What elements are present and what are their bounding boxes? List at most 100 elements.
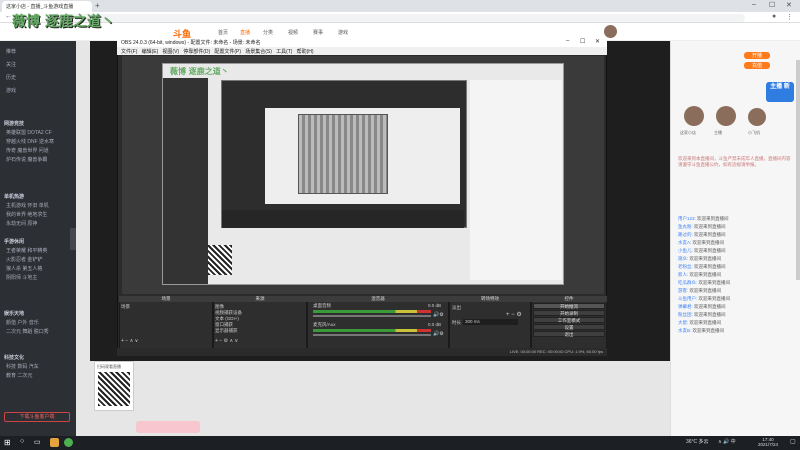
obs-menu-view[interactable]: 视图(V) bbox=[162, 49, 179, 55]
obs-maximize-icon[interactable]: ☐ bbox=[580, 38, 585, 45]
promo-badge[interactable]: 主播 新 bbox=[766, 82, 794, 102]
start-streaming-button[interactable]: 开始推流 bbox=[533, 303, 605, 309]
start-recording-button[interactable]: 开始录制 bbox=[533, 310, 605, 316]
nav-live[interactable]: 直播 bbox=[240, 29, 250, 36]
captured-obs-docks bbox=[222, 210, 464, 228]
source-dock-controls[interactable]: + − ⚙ ∧ ∨ bbox=[215, 338, 238, 344]
chat-message: 观众: 欢迎来到直播间 bbox=[678, 256, 722, 261]
transition-duration-input[interactable]: 300 ms bbox=[463, 319, 518, 325]
recursive-preview-tunnel bbox=[298, 114, 388, 194]
obs-close-icon[interactable]: ✕ bbox=[595, 38, 600, 45]
obs-menu-file[interactable]: 文件(F) bbox=[121, 49, 137, 55]
volume-slider[interactable] bbox=[313, 315, 431, 317]
chat-message: 水友B: 欢迎来到直播间 bbox=[678, 328, 725, 333]
chat-message: 粉丝团: 欢迎来到直播间 bbox=[678, 312, 726, 317]
sidebar-link-row[interactable]: 颜值 户外 音乐 bbox=[6, 319, 39, 326]
obs-menu-edit[interactable]: 编辑(E) bbox=[142, 49, 159, 55]
sidebar-link-row[interactable]: 二次元 舞蹈 脱口秀 bbox=[6, 328, 49, 335]
browser-tabstrip bbox=[0, 0, 800, 12]
sidebar-link-row[interactable]: 炉石传说 魔兽争霸 bbox=[6, 156, 47, 163]
captured-qr bbox=[208, 245, 232, 275]
sidebar-link-row[interactable]: 教育 二次元 bbox=[6, 372, 32, 379]
profile-icon[interactable]: ● bbox=[772, 13, 776, 20]
sidebar-link-row[interactable]: 王者荣耀 和平精英 bbox=[6, 247, 47, 254]
user-avatar[interactable] bbox=[604, 25, 617, 38]
chat-message: 新人: 欢迎来到直播间 bbox=[678, 272, 722, 277]
obs-menu-tools[interactable]: 工具(T) bbox=[276, 49, 292, 55]
studio-mode-button[interactable]: 工作室模式 bbox=[533, 317, 605, 323]
transition-duration-label: 时长 bbox=[452, 320, 461, 325]
scene-dock-controls[interactable]: + − ∧ ∨ bbox=[121, 338, 138, 344]
new-tab-button[interactable]: + bbox=[95, 1, 100, 10]
source-list-item[interactable]: 显示器捕获 bbox=[215, 328, 238, 334]
sidebar-link-row[interactable]: 英雄联盟 DOTA2 CF bbox=[6, 129, 52, 136]
sidebar-link-row[interactable]: 穿越火线 DNF 逆水寒 bbox=[6, 138, 54, 145]
rank-avatar[interactable] bbox=[748, 108, 766, 126]
mixer-track-db: 0.0 dB bbox=[428, 322, 442, 327]
menu-icon[interactable]: ⋮ bbox=[786, 13, 793, 21]
sidebar-link-row[interactable]: 主机游戏 怀旧 单机 bbox=[6, 202, 49, 209]
nav-games[interactable]: 游戏 bbox=[338, 29, 348, 36]
sidebar-item-games[interactable]: 游戏 bbox=[6, 87, 16, 94]
transitions-dock-title: 转场特效 bbox=[449, 296, 531, 302]
sources-dock-title: 来源 bbox=[213, 296, 307, 302]
obs-menu-scene-collection[interactable]: 场景集合(S) bbox=[245, 49, 272, 55]
scenes-dock-title: 场景 bbox=[119, 296, 213, 302]
obs-menubar: 文件(F) 编辑(E) 视图(V) 停靠部件(D) 配置文件(P) 场景集合(S… bbox=[117, 47, 607, 55]
rank-avatar[interactable] bbox=[716, 106, 736, 126]
settings-button[interactable]: 设置 bbox=[533, 324, 605, 330]
open-live-button[interactable]: 开播 bbox=[744, 52, 770, 59]
download-client-button[interactable]: 下载斗鱼客户端 bbox=[4, 412, 70, 422]
obs-menu-profile[interactable]: 配置文件(P) bbox=[214, 49, 241, 55]
obs-menu-docks[interactable]: 停靠部件(D) bbox=[183, 49, 210, 55]
nav-home[interactable]: 首页 bbox=[218, 29, 228, 36]
chat-message: 大佬: 欢迎来到直播间 bbox=[678, 320, 722, 325]
file-explorer-icon[interactable] bbox=[50, 438, 59, 447]
back-icon[interactable]: ← bbox=[5, 13, 12, 20]
system-tray[interactable]: ∧ 🔊 中 bbox=[718, 438, 736, 445]
maximize-icon[interactable]: ☐ bbox=[769, 1, 775, 9]
chrome-icon[interactable] bbox=[64, 438, 73, 447]
sidebar-link-row[interactable]: 火影忍者 金铲铲 bbox=[6, 256, 42, 263]
sidebar-item-follow[interactable]: 关注 bbox=[6, 61, 16, 68]
notification-icon[interactable]: ▢ bbox=[790, 438, 796, 445]
sidebar-link-row[interactable]: 科技 数码 汽车 bbox=[6, 363, 39, 370]
windows-start-icon[interactable]: ⊞ bbox=[4, 438, 11, 447]
minimize-icon[interactable]: – bbox=[752, 1, 756, 8]
chat-notice: 欢迎来到本直播间，斗鱼严禁未成年人直播，直播间内容请遵守斗鱼直播公约，如有违规请… bbox=[678, 156, 791, 167]
obs-menu-help[interactable]: 帮助(H) bbox=[297, 49, 314, 55]
sidebar-link-row[interactable]: 我的世界 绝地求生 bbox=[6, 211, 47, 218]
exit-button[interactable]: 退出 bbox=[533, 331, 605, 337]
recharge-button[interactable]: 充值 bbox=[744, 62, 770, 69]
volume-slider[interactable] bbox=[313, 334, 431, 336]
nav-video[interactable]: 视频 bbox=[288, 29, 298, 36]
url-input[interactable]: douyu.com bbox=[45, 14, 745, 22]
sidebar-link-row[interactable]: 狼人杀 第五人格 bbox=[6, 265, 42, 272]
nav-category[interactable]: 分类 bbox=[263, 29, 273, 36]
speaker-icon[interactable]: 🔊⚙ bbox=[433, 331, 444, 337]
chat-message: 弹幕君: 欢迎来到直播间 bbox=[678, 304, 726, 309]
weather-widget[interactable]: 36°C 多云 bbox=[686, 438, 709, 445]
sidebar-item-recommend[interactable]: 推荐 bbox=[6, 48, 16, 55]
scene-list-item[interactable]: 场景 bbox=[121, 304, 130, 310]
close-icon[interactable]: ✕ bbox=[786, 1, 792, 9]
task-view-icon[interactable]: ▭ bbox=[34, 438, 41, 446]
mixer-track-db: 0.0 dB bbox=[428, 303, 442, 308]
rank-avatar[interactable] bbox=[684, 106, 704, 126]
sidebar-item-history[interactable]: 历史 bbox=[6, 74, 16, 81]
transition-select[interactable]: 淡出 bbox=[452, 305, 461, 311]
chat-scrollbar[interactable] bbox=[796, 60, 800, 280]
sidebar-link-row[interactable]: 传奇 魔兽世界 问道 bbox=[6, 147, 49, 154]
nav-events[interactable]: 赛事 bbox=[313, 29, 323, 36]
obs-minimize-icon[interactable]: – bbox=[566, 38, 569, 44]
sidebar-link-row[interactable]: 阴阳师 斗地主 bbox=[6, 274, 37, 281]
watermark-text: 薇博 逐鹿之道丶 bbox=[12, 14, 115, 30]
sidebar-section-title: 娱乐天地 bbox=[4, 311, 25, 317]
search-icon[interactable]: ○ bbox=[20, 438, 24, 445]
speaker-icon[interactable]: 🔊⚙ bbox=[433, 312, 444, 318]
promo-banner[interactable] bbox=[136, 421, 200, 433]
chat-message: 路过的: 欢迎来到直播间 bbox=[678, 232, 726, 237]
transition-add-remove[interactable]: + − ⚙ bbox=[506, 311, 522, 318]
sidebar-link-row[interactable]: 永劫无间 原神 bbox=[6, 220, 37, 227]
taskbar-clock[interactable]: 17:40 2021/7/24 bbox=[758, 437, 778, 447]
